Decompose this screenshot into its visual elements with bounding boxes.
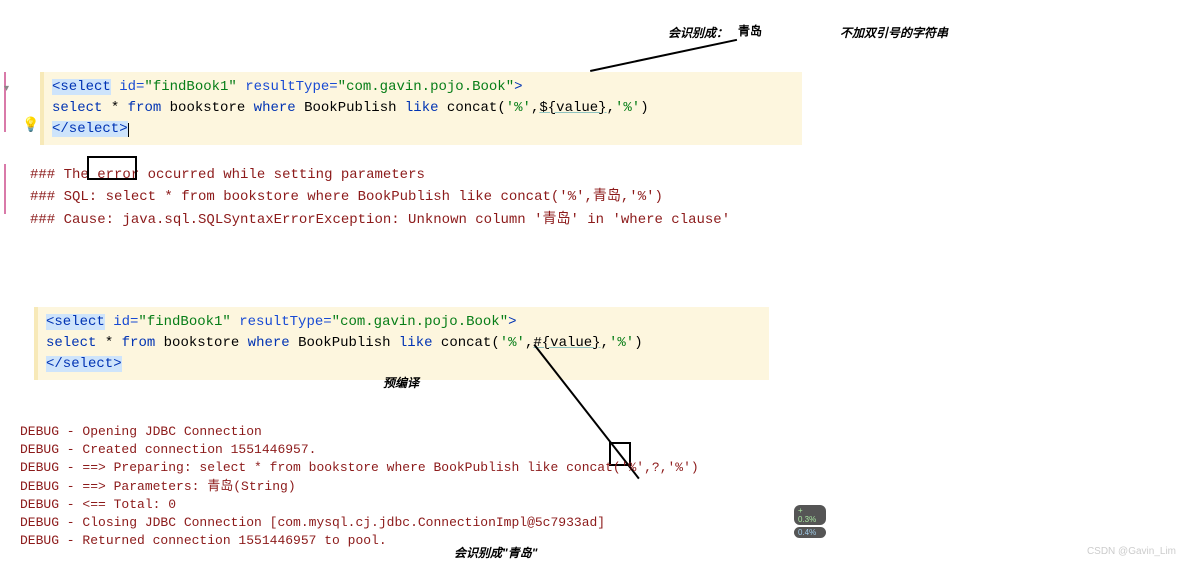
attr-id-val: "findBook1": [144, 79, 236, 95]
code-line: select * from bookstore where BookPublis…: [46, 333, 761, 354]
label-no-quote: 不加双引号的字符串: [840, 24, 948, 41]
kw-select: select: [46, 335, 96, 351]
attr-id: id=: [105, 314, 139, 330]
badge-item: 0.4%: [794, 527, 826, 538]
rparen: ): [634, 335, 642, 351]
error-line: ### Cause: java.sql.SQLSyntaxErrorExcept…: [30, 209, 730, 231]
tag-close: >: [514, 79, 522, 95]
highlight-box-error: [87, 156, 137, 180]
comma: ,: [607, 100, 615, 116]
tag-end: </select>: [52, 121, 128, 137]
debug-line: DEBUG - Created connection 1551446957.: [20, 441, 699, 459]
attr-rt-val: "com.gavin.pojo.Book": [338, 79, 514, 95]
debug-line: DEBUG - <== Total: 0: [20, 496, 699, 514]
concat: concat(: [433, 335, 500, 351]
star: *: [102, 100, 127, 116]
star: *: [96, 335, 121, 351]
code-line: select * from bookstore where BookPublis…: [52, 98, 794, 119]
q2: '%': [615, 100, 640, 116]
col: BookPublish: [290, 335, 399, 351]
col: BookPublish: [296, 100, 405, 116]
code-block-1: <select id="findBook1" resultType="com.g…: [40, 72, 802, 145]
tag-close: >: [508, 314, 516, 330]
attr-rt: resultType=: [231, 314, 332, 330]
debug-line: DEBUG - Returned connection 1551446957 t…: [20, 532, 699, 550]
arrow-line-1: [590, 39, 737, 72]
t: occurred while setting parameters: [148, 167, 425, 183]
tbl: bookstore: [155, 335, 247, 351]
tbl: bookstore: [161, 100, 253, 116]
tag-open: <select: [52, 79, 111, 95]
debug-line: DEBUG - Closing JDBC Connection [com.mys…: [20, 514, 699, 532]
attr-id: id=: [111, 79, 145, 95]
kw-like: like: [405, 100, 439, 116]
code-line: <select id="findBook1" resultType="com.g…: [52, 77, 794, 98]
kw-from: from: [122, 335, 156, 351]
kw-where: where: [254, 100, 296, 116]
code-block-2: <select id="findBook1" resultType="com.g…: [34, 307, 769, 380]
error-line: ### SQL: select * from bookstore where B…: [30, 186, 730, 208]
comma: ,: [601, 335, 609, 351]
kw-from: from: [128, 100, 162, 116]
code-line: </select>: [46, 354, 761, 375]
gutter-line-2: [4, 164, 6, 214]
debug-block: DEBUG - Opening JDBC Connection DEBUG - …: [20, 423, 699, 550]
param-dollar: ${value}: [539, 100, 606, 116]
label-recognize-quoted: 会识别成"青岛": [454, 544, 537, 561]
code-line: </select>: [52, 119, 794, 140]
kw-where: where: [248, 335, 290, 351]
q2: '%': [609, 335, 634, 351]
rparen: ): [640, 100, 648, 116]
attr-id-val: "findBook1": [138, 314, 230, 330]
q1: '%': [506, 100, 531, 116]
bulb-icon[interactable]: 💡: [22, 116, 39, 133]
kw-like: like: [399, 335, 433, 351]
zoom-badge[interactable]: + 0.3% 0.4%: [794, 505, 826, 538]
label-precompile: 预编译: [383, 374, 419, 391]
debug-line: DEBUG - ==> Preparing: select * from boo…: [20, 459, 699, 477]
debug-line: DEBUG - Opening JDBC Connection: [20, 423, 699, 441]
tag-open: <select: [46, 314, 105, 330]
q1: '%': [500, 335, 525, 351]
code-line: <select id="findBook1" resultType="com.g…: [46, 312, 761, 333]
kw-select: select: [52, 100, 102, 116]
attr-rt-val: "com.gavin.pojo.Book": [332, 314, 508, 330]
tag-end: </select>: [46, 356, 122, 372]
collapse-icon[interactable]: ▾: [4, 78, 9, 96]
badge-item: + 0.3%: [794, 505, 826, 525]
label-qingdao: 青岛: [738, 22, 762, 39]
debug-line: DEBUG - ==> Parameters: 青岛(String): [20, 478, 699, 496]
watermark: CSDN @Gavin_Lim: [1087, 546, 1176, 557]
cursor-icon: [128, 123, 129, 137]
label-recognize-as: 会识别成：: [668, 24, 728, 41]
concat: concat(: [439, 100, 506, 116]
attr-rt: resultType=: [237, 79, 338, 95]
param-hash: #{value}: [533, 335, 600, 351]
